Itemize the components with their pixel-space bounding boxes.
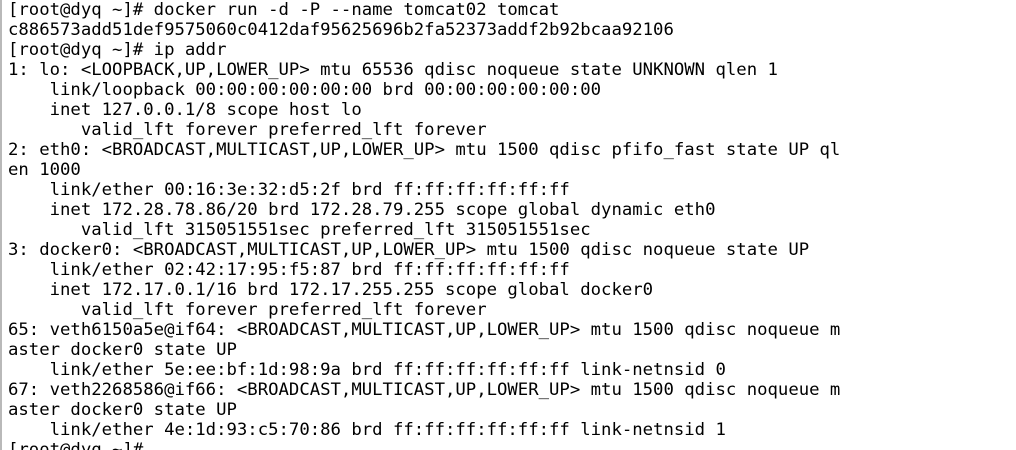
terminal-line-prompt-docker-run: [root@dyq ~]# docker run -d -P --name to… <box>8 0 560 20</box>
terminal-line-veth65-header-wrap: aster docker0 state UP <box>8 340 237 360</box>
terminal-line-eth0-valid-lft: valid_lft 315051551sec preferred_lft 315… <box>8 220 591 240</box>
terminal-line-docker0-header: 3: docker0: <BROADCAST,MULTICAST,UP,LOWE… <box>8 240 810 260</box>
terminal-line-container-id: c886573add51def9575060c0412daf95625696b2… <box>8 20 674 40</box>
terminal-line-prompt-ip-addr: [root@dyq ~]# ip addr <box>8 40 227 60</box>
terminal-line-lo-link: link/loopback 00:00:00:00:00:00 brd 00:0… <box>8 80 602 100</box>
terminal-line-lo-inet: inet 127.0.0.1/8 scope host lo <box>8 100 362 120</box>
terminal-line-veth67-link: link/ether 4e:1d:93:c5:70:86 brd ff:ff:f… <box>8 420 726 440</box>
terminal-line-docker0-inet: inet 172.17.0.1/16 brd 172.17.255.255 sc… <box>8 280 654 300</box>
terminal-line-eth0-header: 2: eth0: <BROADCAST,MULTICAST,UP,LOWER_U… <box>8 140 841 160</box>
terminal-line-veth65-header: 65: veth6150a5e@if64: <BROADCAST,MULTICA… <box>8 320 841 340</box>
terminal-line-prompt-final: [root@dyq ~]# <box>8 440 144 450</box>
terminal-line-eth0-header-wrap: en 1000 <box>8 160 81 180</box>
terminal-line-eth0-link: link/ether 00:16:3e:32:d5:2f brd ff:ff:f… <box>8 180 570 200</box>
terminal-window[interactable]: [root@dyq ~]# docker run -d -P --name to… <box>0 0 1016 450</box>
terminal-line-veth67-header-wrap: aster docker0 state UP <box>8 400 237 420</box>
terminal-line-docker0-valid-lft: valid_lft forever preferred_lft forever <box>8 300 487 320</box>
terminal-output: [root@dyq ~]# docker run -d -P --name to… <box>8 0 840 450</box>
terminal-line-lo-header: 1: lo: <LOOPBACK,UP,LOWER_UP> mtu 65536 … <box>8 60 778 80</box>
terminal-line-veth67-header: 67: veth2268586@if66: <BROADCAST,MULTICA… <box>8 380 841 400</box>
terminal-line-docker0-link: link/ether 02:42:17:95:f5:87 brd ff:ff:f… <box>8 260 570 280</box>
terminal-line-lo-valid-lft: valid_lft forever preferred_lft forever <box>8 120 487 140</box>
terminal-line-veth65-link: link/ether 5e:ee:bf:1d:98:9a brd ff:ff:f… <box>8 360 726 380</box>
terminal-line-eth0-inet: inet 172.28.78.86/20 brd 172.28.79.255 s… <box>8 200 716 220</box>
